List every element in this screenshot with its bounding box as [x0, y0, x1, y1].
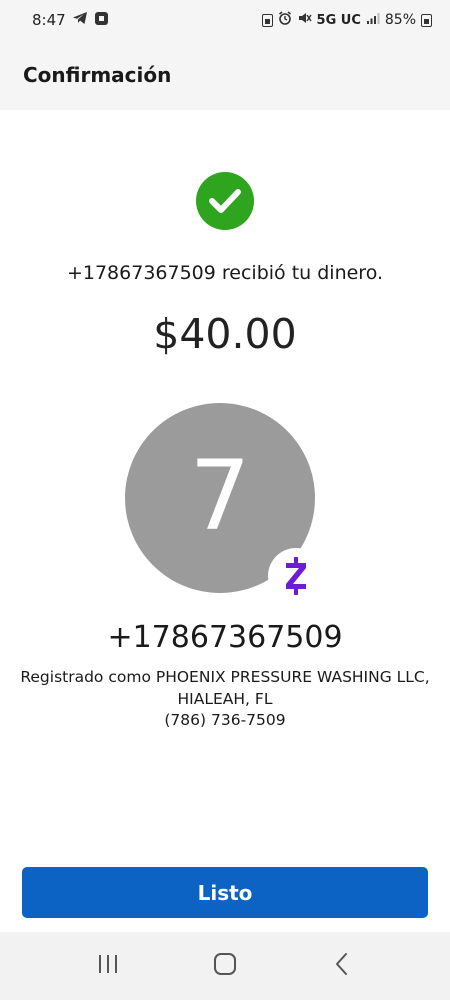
battery-percent: 85% — [384, 12, 416, 28]
status-bar: 8:47 5G UC 85% — [0, 0, 450, 40]
received-message: +17867367509 recibió tu dinero. — [66, 262, 384, 284]
done-button[interactable]: Listo — [22, 867, 428, 918]
recents-button[interactable] — [78, 946, 138, 986]
battery-saver-icon — [261, 13, 273, 27]
network-label: 5G UC — [316, 12, 361, 28]
chase-icon — [94, 11, 109, 30]
status-left: 8:47 — [32, 11, 109, 30]
confirmation-panel: +17867367509 recibió tu dinero. $40.00 7… — [0, 110, 450, 932]
recents-icon — [96, 953, 120, 979]
home-icon — [213, 952, 237, 980]
alarm-icon — [278, 11, 292, 29]
status-time: 8:47 — [32, 11, 66, 29]
registered-name: Registrado como PHOENIX PRESSURE WASHING… — [20, 668, 430, 686]
mute-icon — [297, 11, 312, 29]
system-nav-bar — [0, 932, 450, 1000]
registered-info: Registrado como PHOENIX PRESSURE WASHING… — [0, 666, 450, 710]
avatar-initial: 7 — [189, 440, 251, 552]
recipient-phone: +17867367509 — [107, 620, 343, 655]
back-button[interactable] — [312, 946, 372, 986]
telegram-icon — [72, 11, 88, 29]
zelle-icon — [268, 548, 324, 604]
page-title: Confirmación — [23, 63, 172, 87]
back-icon — [334, 952, 350, 980]
check-icon — [196, 172, 254, 230]
status-right: 5G UC 85% — [261, 11, 432, 29]
registered-location: HIALEAH, FL — [177, 690, 273, 708]
amount-value: $40.00 — [153, 310, 297, 358]
battery-icon — [421, 13, 432, 27]
recipient-phone-formatted: (786) 736-7509 — [164, 711, 286, 729]
app-header: Confirmación — [0, 40, 450, 110]
home-button[interactable] — [195, 946, 255, 986]
signal-icon — [366, 12, 380, 28]
